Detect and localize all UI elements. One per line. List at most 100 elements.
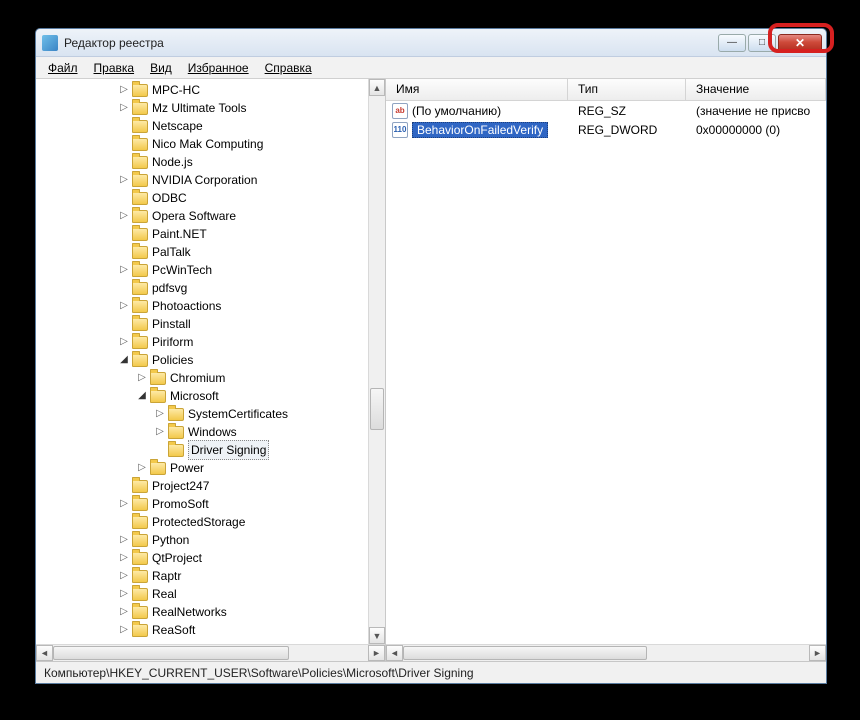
chevron-right-icon[interactable]: ▷ (118, 498, 130, 510)
tree-item[interactable]: Driver Signing (36, 441, 385, 459)
menu-edit[interactable]: Правка (86, 59, 143, 77)
folder-icon (132, 210, 148, 223)
list-header[interactable]: Имя Тип Значение (386, 79, 826, 101)
tree-item-label: Raptr (152, 567, 181, 585)
registry-tree[interactable]: ▷MPC-HC▷Mz Ultimate ToolsNetscapeNico Ma… (36, 79, 385, 641)
folder-icon (132, 84, 148, 97)
scroll-down-icon[interactable]: ▼ (369, 627, 385, 644)
chevron-right-icon[interactable]: ▷ (118, 102, 130, 114)
tree-item[interactable]: ▷QtProject (36, 549, 385, 567)
tree-horizontal-scrollbar[interactable]: ◄ ► (36, 644, 385, 661)
tree-item[interactable]: ProtectedStorage (36, 513, 385, 531)
tree-item-label: ProtectedStorage (152, 513, 245, 531)
chevron-right-icon[interactable]: ▷ (118, 210, 130, 222)
scroll-up-icon[interactable]: ▲ (369, 79, 385, 96)
chevron-right-icon[interactable]: ▷ (118, 606, 130, 618)
chevron-right-icon[interactable]: ▷ (118, 174, 130, 186)
menu-view[interactable]: Вид (142, 59, 180, 77)
tree-item-label: Microsoft (170, 387, 219, 405)
chevron-right-icon[interactable]: ▷ (118, 534, 130, 546)
tree-item[interactable]: ▷Real (36, 585, 385, 603)
close-button[interactable]: ✕ (778, 34, 822, 52)
tree-item-label: Opera Software (152, 207, 236, 225)
tree-item[interactable]: ▷Piriform (36, 333, 385, 351)
tree-item[interactable]: ODBC (36, 189, 385, 207)
string-value-icon: ab (392, 103, 408, 119)
folder-icon (132, 516, 148, 529)
column-value[interactable]: Значение (686, 79, 826, 100)
spacer-icon (118, 318, 130, 330)
tree-item[interactable]: Pinstall (36, 315, 385, 333)
chevron-right-icon[interactable]: ▷ (154, 408, 166, 420)
titlebar[interactable]: Редактор реестра — □ ✕ (36, 29, 826, 57)
tree-item-label: Project247 (152, 477, 209, 495)
tree-item[interactable]: ▷Chromium (36, 369, 385, 387)
tree-item[interactable]: ▷PcWinTech (36, 261, 385, 279)
tree-item[interactable]: ▷ Raptr (36, 567, 385, 585)
column-name[interactable]: Имя (386, 79, 568, 100)
tree-vertical-scrollbar[interactable]: ▲ ▼ (368, 79, 385, 644)
scroll-left-icon[interactable]: ◄ (386, 645, 403, 661)
tree-item[interactable]: Node.js (36, 153, 385, 171)
menu-favorites[interactable]: Избранное (180, 59, 257, 77)
value-name: BehaviorOnFailedVerify (412, 122, 548, 138)
registry-editor-window: Редактор реестра — □ ✕ Файл Правка Вид И… (35, 28, 827, 684)
tree-item[interactable]: ▷ReaSoft (36, 621, 385, 639)
tree-item[interactable]: ▷Python (36, 531, 385, 549)
tree-item[interactable]: ▷ Power (36, 459, 385, 477)
tree-item-label: NVIDIA Corporation (152, 171, 257, 189)
list-horizontal-scrollbar[interactable]: ◄ ► (386, 644, 826, 661)
scroll-right-icon[interactable]: ► (809, 645, 826, 661)
values-list[interactable]: ab(По умолчанию)REG_SZ(значение не присв… (386, 101, 826, 644)
tree-item[interactable]: ▷PromoSoft (36, 495, 385, 513)
chevron-down-icon[interactable]: ◢ (136, 390, 148, 402)
tree-item[interactable]: ◢Policies (36, 351, 385, 369)
tree-item[interactable]: ◢ Microsoft (36, 387, 385, 405)
chevron-right-icon[interactable]: ▷ (118, 84, 130, 96)
chevron-right-icon[interactable]: ▷ (118, 336, 130, 348)
chevron-right-icon[interactable]: ▷ (136, 372, 148, 384)
tree-item[interactable]: PalTalk (36, 243, 385, 261)
tree-item[interactable]: Paint.NET (36, 225, 385, 243)
tree-item[interactable]: ▷ Opera Software (36, 207, 385, 225)
list-row[interactable]: 110BehaviorOnFailedVerifyREG_DWORD0x0000… (386, 120, 826, 139)
menu-help[interactable]: Справка (257, 59, 320, 77)
window-controls: — □ ✕ (718, 34, 822, 52)
folder-icon (132, 300, 148, 313)
maximize-button[interactable]: □ (748, 34, 776, 52)
tree-item[interactable]: Project247 (36, 477, 385, 495)
tree-item[interactable]: Nico Mak Computing (36, 135, 385, 153)
tree-item[interactable]: ▷SystemCertificates (36, 405, 385, 423)
tree-item[interactable]: ▷MPC-HC (36, 81, 385, 99)
tree-item[interactable]: ▷Photoactions (36, 297, 385, 315)
chevron-right-icon[interactable]: ▷ (118, 588, 130, 600)
menu-file[interactable]: Файл (40, 59, 86, 77)
tree-item[interactable]: ▷Windows (36, 423, 385, 441)
tree-item[interactable]: ▷RealNetworks (36, 603, 385, 621)
chevron-right-icon[interactable]: ▷ (118, 264, 130, 276)
chevron-down-icon[interactable]: ◢ (118, 354, 130, 366)
value-data: 0x00000000 (0) (686, 123, 826, 137)
tree-item[interactable]: ▷ NVIDIA Corporation (36, 171, 385, 189)
scroll-thumb-h[interactable] (403, 646, 647, 660)
folder-icon (168, 444, 184, 457)
folder-icon (132, 192, 148, 205)
list-row[interactable]: ab(По умолчанию)REG_SZ(значение не присв… (386, 101, 826, 120)
tree-item[interactable]: Netscape (36, 117, 385, 135)
chevron-right-icon[interactable]: ▷ (118, 570, 130, 582)
tree-item[interactable]: ▷ Mz Ultimate Tools (36, 99, 385, 117)
chevron-right-icon[interactable]: ▷ (136, 462, 148, 474)
scroll-left-icon[interactable]: ◄ (36, 645, 53, 661)
scroll-thumb[interactable] (370, 388, 384, 430)
tree-item[interactable]: pdfsvg (36, 279, 385, 297)
chevron-right-icon[interactable]: ▷ (118, 624, 130, 636)
chevron-right-icon[interactable]: ▷ (118, 300, 130, 312)
minimize-button[interactable]: — (718, 34, 746, 52)
scroll-right-icon[interactable]: ► (368, 645, 385, 661)
tree-item-label: Mz Ultimate Tools (152, 99, 246, 117)
scroll-thumb-h[interactable] (53, 646, 289, 660)
chevron-right-icon[interactable]: ▷ (118, 552, 130, 564)
column-type[interactable]: Тип (568, 79, 686, 100)
tree-item-label: Power (170, 459, 204, 477)
chevron-right-icon[interactable]: ▷ (154, 426, 166, 438)
